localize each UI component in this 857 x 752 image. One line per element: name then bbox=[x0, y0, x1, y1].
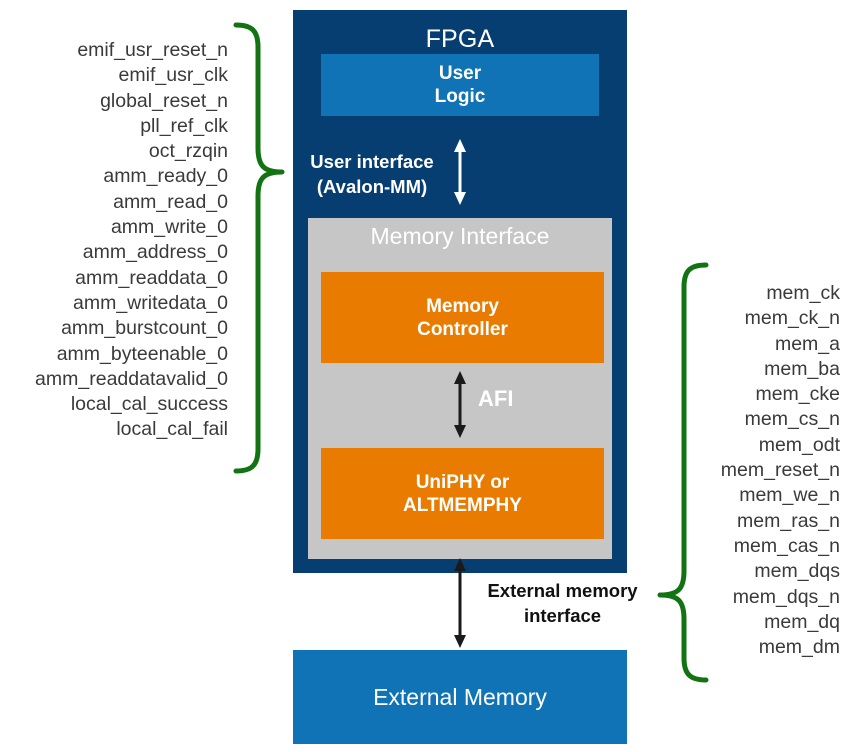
user-logic-label-line1: User bbox=[438, 63, 482, 84]
signal-label-4: mem_cke bbox=[755, 383, 840, 406]
signal-label-7: mem_reset_n bbox=[720, 459, 840, 482]
signal-label-12: mem_dqs_n bbox=[732, 585, 840, 608]
signal-label-5: mem_cs_n bbox=[744, 408, 840, 431]
signal-label-4: oct_rzqin bbox=[148, 140, 228, 163]
afi-double-arrow-icon bbox=[447, 371, 473, 438]
signal-label-2: mem_a bbox=[774, 332, 840, 355]
signal-label-8: amm_address_0 bbox=[82, 241, 228, 264]
signal-label-1: mem_ck_n bbox=[744, 307, 840, 330]
right-signal-list: mem_ck mem_ck_n mem_a mem_ba mem_cke mem_cs_n… bbox=[700, 281, 840, 660]
uniphy-altmemphy-block: UniPHY or ALTMEMPHY bbox=[321, 448, 604, 539]
left-signal-list: emif_usr_reset_n emif_usr_clk global_reset… bbox=[0, 38, 228, 443]
external-memory-interface-label-line2: interface bbox=[523, 605, 602, 626]
afi-label: AFI bbox=[478, 386, 514, 411]
uniphy-label-line1: UniPHY or bbox=[415, 471, 510, 493]
signal-label-8: mem_we_n bbox=[739, 484, 840, 507]
signal-label-7: amm_write_0 bbox=[110, 216, 228, 239]
signal-label-13: mem_dq bbox=[764, 610, 840, 633]
signal-label-11: amm_burstcount_0 bbox=[61, 317, 228, 340]
user-interface-label-line1: User interface bbox=[310, 151, 434, 172]
signal-label-14: mem_dm bbox=[758, 636, 840, 659]
user-interface-label-line2: (Avalon-MM) bbox=[316, 176, 428, 197]
user-logic-label-line2: Logic bbox=[434, 86, 486, 107]
signal-label-10: mem_cas_n bbox=[733, 534, 840, 557]
signal-label-3: pll_ref_clk bbox=[140, 114, 228, 137]
signal-label-6: amm_read_0 bbox=[113, 190, 228, 213]
signal-label-2: global_reset_n bbox=[100, 89, 228, 112]
memory-controller-label-line1: Memory bbox=[426, 295, 499, 317]
signal-label-9: mem_ras_n bbox=[737, 509, 840, 532]
external-memory-interface-label: External memory interface bbox=[470, 578, 655, 628]
external-memory-interface-label-line1: External memory bbox=[487, 580, 638, 601]
user-interface-label: User interface (Avalon-MM) bbox=[296, 149, 448, 199]
memory-controller-block: Memory Controller bbox=[321, 272, 604, 363]
signal-label-12: amm_byteenable_0 bbox=[56, 342, 228, 365]
signal-label-11: mem_dqs bbox=[754, 560, 840, 583]
signal-label-13: amm_readdatavalid_0 bbox=[35, 367, 228, 390]
signal-label-1: emif_usr_clk bbox=[118, 64, 228, 87]
signal-label-10: amm_writedata_0 bbox=[73, 291, 228, 314]
user-logic-block: User Logic bbox=[321, 54, 599, 116]
signal-label-6: mem_odt bbox=[758, 433, 840, 456]
fpga-title: FPGA bbox=[425, 25, 495, 53]
external-memory-block: External Memory bbox=[293, 650, 627, 744]
signal-label-5: amm_ready_0 bbox=[103, 165, 228, 188]
signal-label-15: local_cal_fail bbox=[116, 418, 228, 441]
signal-label-0: mem_ck bbox=[766, 282, 840, 304]
diagram-canvas: emif_usr_reset_n emif_usr_clk global_reset… bbox=[0, 0, 857, 752]
user-interface-double-arrow-icon bbox=[447, 139, 473, 205]
external-memory-label: External Memory bbox=[373, 684, 547, 710]
signal-label-14: local_cal_success bbox=[70, 393, 228, 416]
memory-controller-label-line2: Controller bbox=[417, 318, 508, 340]
memory-interface-title: Memory Interface bbox=[370, 223, 550, 249]
signal-label-9: amm_readdata_0 bbox=[75, 266, 228, 289]
signal-label-0: emif_usr_reset_n bbox=[77, 39, 228, 61]
uniphy-label-line2: ALTMEMPHY bbox=[403, 494, 522, 516]
left-brace-icon bbox=[232, 20, 290, 476]
signal-label-3: mem_ba bbox=[764, 357, 840, 380]
